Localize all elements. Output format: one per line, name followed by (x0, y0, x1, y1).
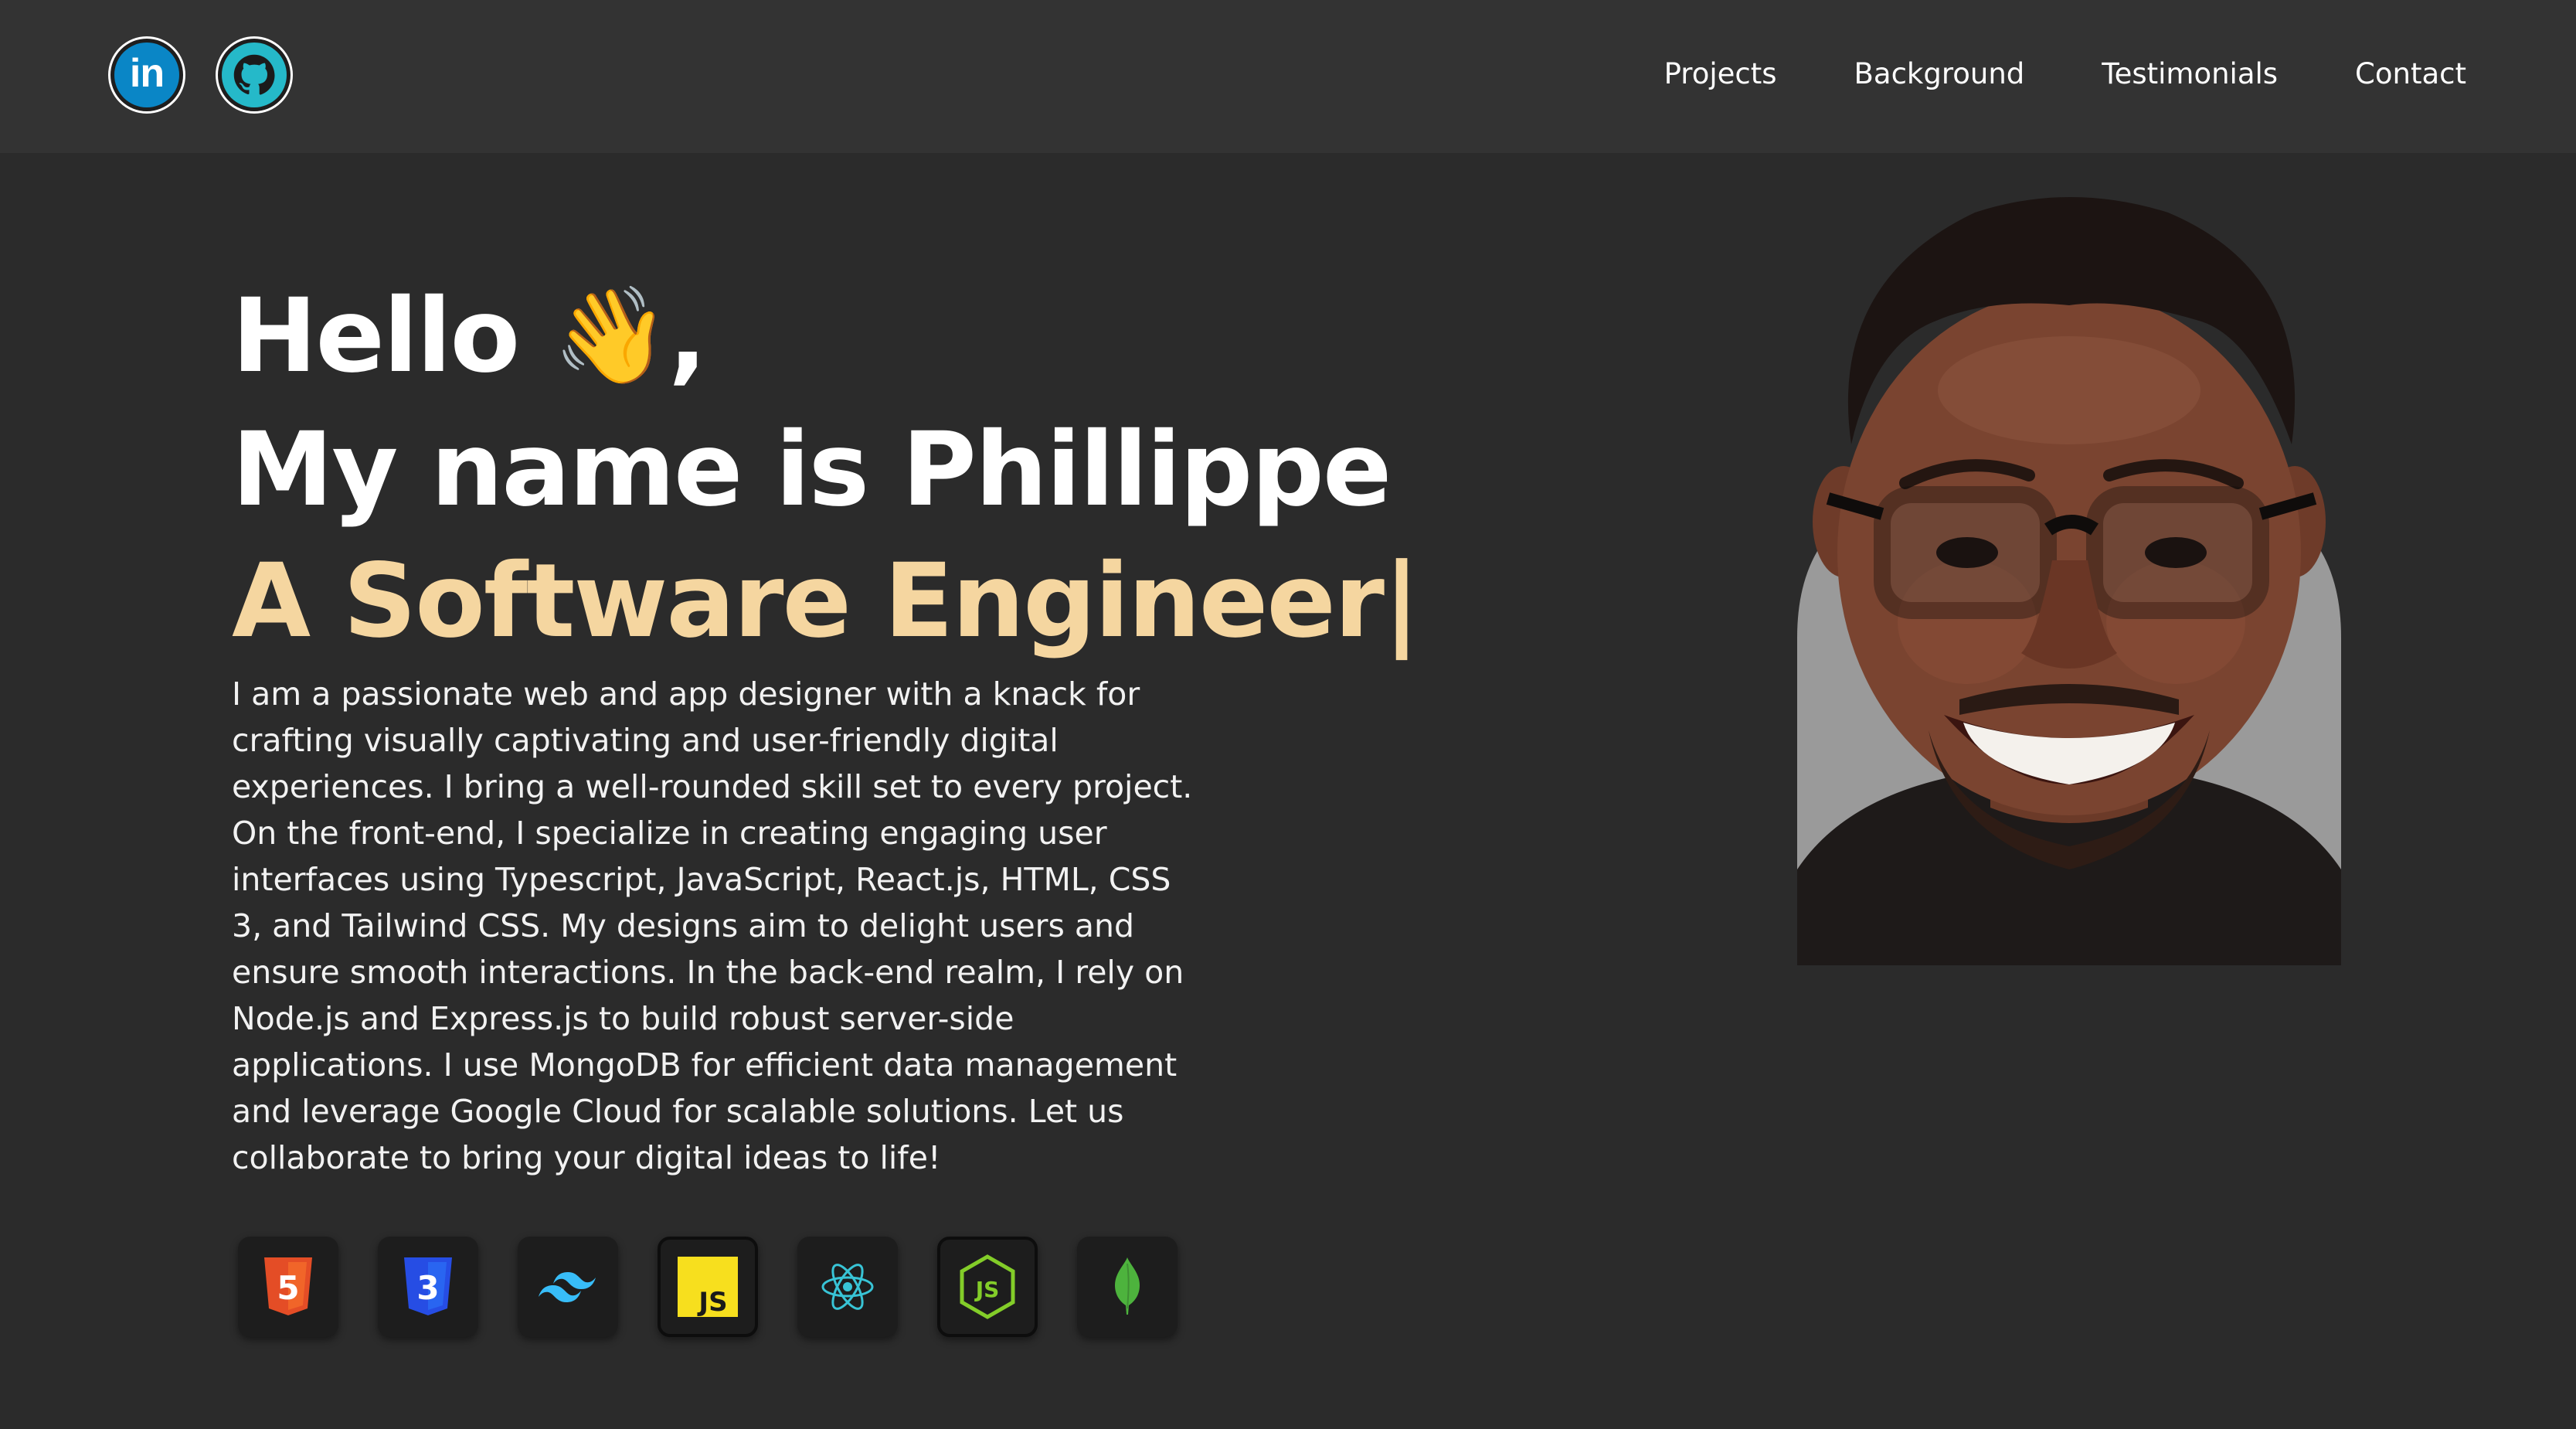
role-line: A Software Engineer| (232, 542, 1420, 661)
css3-text: 3 (416, 1269, 439, 1307)
greeting-comma: , (668, 277, 707, 396)
html5-text: 5 (277, 1269, 299, 1307)
nodejs-text: JS (974, 1277, 1000, 1302)
github-link[interactable] (216, 36, 293, 114)
linkedin-link[interactable]: in (108, 36, 185, 114)
main-nav: Projects Background Testimonials Contact (1664, 54, 2466, 94)
css3-icon: 3 (404, 1257, 452, 1315)
tailwind-skill (518, 1237, 618, 1337)
nav-testimonials[interactable]: Testimonials (2102, 54, 2278, 94)
nav-background[interactable]: Background (1854, 54, 2025, 94)
html5-skill: 5 (238, 1237, 338, 1337)
top-navigation-bar: in Projects Background Testimonials Cont… (0, 0, 2576, 153)
nodejs-skill: JS (937, 1237, 1038, 1337)
nodejs-icon: JS (960, 1254, 1015, 1319)
waving-hand-icon: 👋 (552, 281, 670, 390)
skills-row: 5 3 JS JS (238, 1237, 1178, 1337)
tailwind-icon (539, 1272, 596, 1302)
javascript-icon: JS (678, 1257, 738, 1317)
javascript-skill: JS (658, 1237, 758, 1337)
profile-photo (1797, 197, 2341, 965)
hero-heading: Hello 👋, My name is Phillippe A Software… (232, 270, 1420, 667)
name-line: My name is Phillippe (232, 410, 1392, 529)
linkedin-icon: in (114, 43, 179, 107)
mongodb-icon (1115, 1257, 1140, 1315)
react-skill (797, 1237, 898, 1337)
greeting-text: Hello (232, 277, 520, 396)
javascript-text: JS (697, 1287, 727, 1317)
github-icon (222, 43, 287, 107)
css3-skill: 3 (378, 1237, 478, 1337)
mongodb-skill (1077, 1237, 1178, 1337)
html5-icon: 5 (264, 1257, 312, 1315)
nav-contact[interactable]: Contact (2355, 54, 2466, 94)
bio-paragraph: I am a passionate web and app designer w… (232, 675, 1193, 1176)
react-icon (821, 1264, 874, 1310)
nav-projects[interactable]: Projects (1664, 54, 1777, 94)
greeting-line: Hello 👋, (232, 270, 1391, 404)
github-octocat-glyph (233, 54, 275, 95)
